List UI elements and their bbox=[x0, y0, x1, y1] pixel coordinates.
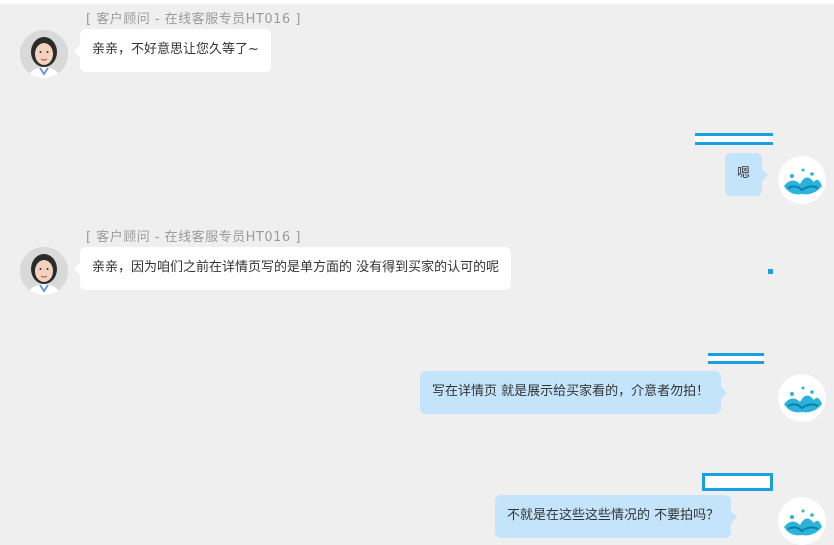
agent-avatar[interactable] bbox=[20, 30, 68, 78]
agent-message-bubble: 亲亲，因为咱们之前在详情页写的是单方面的 没有得到买家的认可的呢 bbox=[73, 247, 512, 290]
agent-avatar-icon bbox=[20, 247, 68, 295]
agent-message-bubble: 亲亲，不好意思让您久等了~ bbox=[74, 29, 271, 72]
user-message-bubble: 不就是在这些这些情况的 不要拍吗？ bbox=[495, 495, 738, 538]
user-avatar[interactable] bbox=[778, 156, 826, 204]
user-avatar[interactable] bbox=[778, 374, 826, 422]
user-message-bubble: 嗯 bbox=[725, 153, 769, 196]
agent-avatar-icon bbox=[20, 30, 68, 78]
agent-avatar[interactable] bbox=[20, 247, 68, 295]
redaction-mark bbox=[768, 269, 773, 274]
user-avatar-icon bbox=[778, 497, 826, 545]
redacted-username bbox=[708, 353, 764, 364]
agent-label: [ 客户顾问 - 在线客服专员HT016 ] bbox=[86, 12, 301, 27]
redacted-username bbox=[702, 473, 773, 491]
user-avatar-icon bbox=[778, 374, 826, 422]
user-avatar[interactable] bbox=[778, 497, 826, 545]
top-strip bbox=[0, 0, 834, 4]
redacted-username bbox=[695, 133, 773, 145]
user-message-bubble: 写在详情页 就是展示给买家看的，介意者勿拍！ bbox=[420, 371, 728, 414]
agent-label: [ 客户顾问 - 在线客服专员HT016 ] bbox=[86, 230, 301, 245]
user-avatar-icon bbox=[778, 156, 826, 204]
